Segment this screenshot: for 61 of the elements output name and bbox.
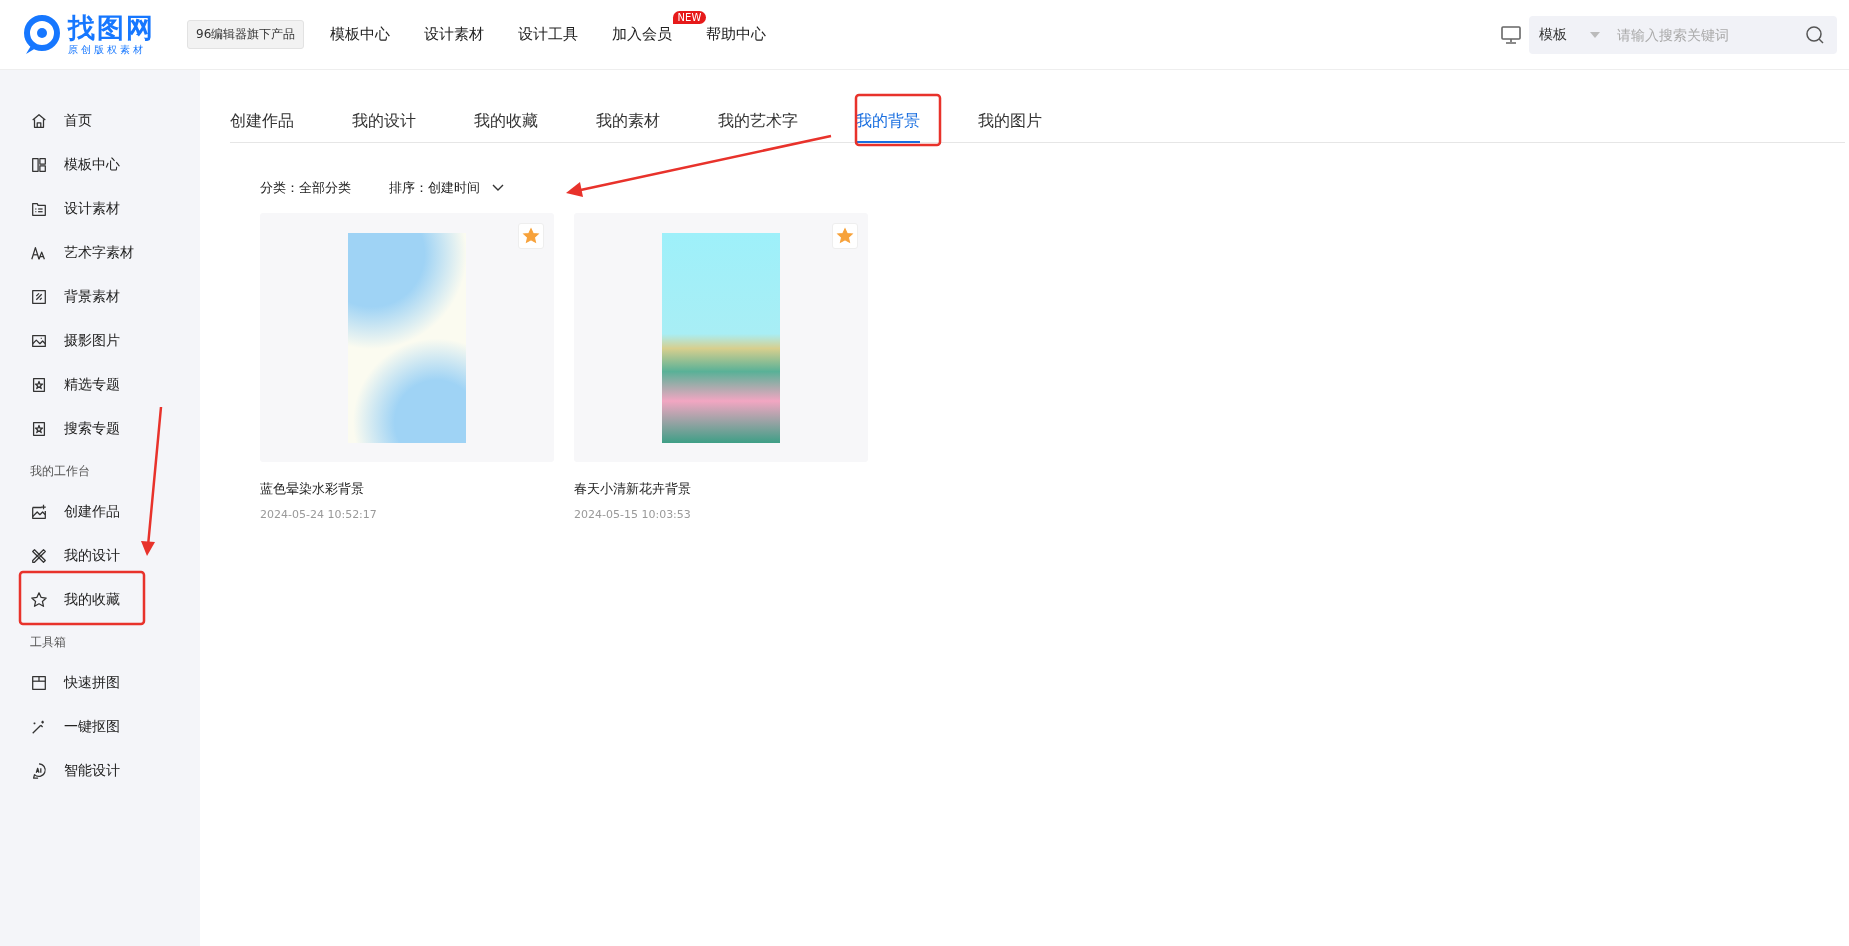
tab[interactable]: 我的图片 (978, 103, 1042, 143)
sidebar-item[interactable]: 快速拼图 (0, 661, 200, 705)
card-date: 2024-05-15 10:03:53 (574, 508, 692, 521)
filter-dropdown[interactable]: 排序：创建时间 (389, 179, 504, 197)
caret-icon (1589, 30, 1601, 39)
search-field[interactable]: 请输入搜索关键词 (1615, 25, 1793, 44)
sidebar-item-icon (30, 156, 48, 174)
tab[interactable]: 我的设计 (352, 103, 416, 143)
logo-name[interactable]: 找图网 (68, 12, 155, 43)
tab[interactable]: 我的背景 (856, 103, 920, 143)
scope-dropdown[interactable]: 模板 (1529, 15, 1615, 54)
logo-tagline: 原创版权素材 (68, 42, 147, 57)
sidebar-item-icon (30, 674, 48, 692)
sidebar-item[interactable]: 背景素材 (0, 275, 200, 319)
tab[interactable]: 我的艺术字 (718, 103, 798, 143)
nav-link[interactable]: 帮助中心 (706, 25, 767, 44)
monitor-icon[interactable] (1501, 25, 1521, 44)
sidebar-item[interactable]: 首页 (0, 99, 200, 143)
sidebar-item[interactable]: 艺术字素材 (0, 231, 200, 275)
sidebar-item[interactable]: 创建作品 (0, 490, 200, 534)
sidebar-item-icon (30, 591, 48, 609)
card-background[interactable] (260, 213, 554, 462)
sidebar-item-icon (30, 376, 48, 394)
sidebar-item-icon (30, 547, 48, 565)
sidebar-item-icon (30, 762, 48, 780)
nav-link[interactable]: 设计素材 (424, 25, 485, 44)
sidebar-item-icon (30, 332, 48, 350)
sidebar-item[interactable]: 搜索专题 (0, 407, 200, 451)
favorite-button[interactable] (518, 223, 544, 249)
filter-dropdown[interactable]: 分类：全部分类 (260, 179, 351, 197)
sidebar-item[interactable]: 我的收藏 (0, 578, 200, 622)
sidebar-item-icon (30, 244, 48, 262)
sidebar-item[interactable]: 一键抠图 (0, 705, 200, 749)
sidebar-item-icon (30, 503, 48, 521)
sidebar-item-icon (30, 420, 48, 438)
sidebar-item[interactable]: 模板中心 (0, 143, 200, 187)
chevron-down-icon (492, 184, 504, 192)
sidebar-item[interactable]: 设计素材 (0, 187, 200, 231)
brand-badge: 96编辑器旗下产品 (187, 20, 305, 49)
nav-link[interactable]: 模板中心 (330, 25, 391, 44)
sidebar-section-title: 工具箱 (29, 634, 67, 651)
search-box[interactable]: 请输入搜索关键词 (1615, 15, 1837, 54)
new-tag: NEW (672, 11, 707, 24)
tab[interactable]: 我的素材 (596, 103, 660, 143)
favorite-button[interactable] (832, 223, 858, 249)
nav-link[interactable]: 设计工具 (518, 25, 579, 44)
sidebar-item[interactable]: 智能设计 (0, 749, 200, 793)
tab[interactable]: 创建作品 (230, 103, 294, 143)
sidebar-item-icon (30, 200, 48, 218)
card-background[interactable] (574, 213, 868, 462)
card-title[interactable]: 蓝色晕染水彩背景 (260, 480, 554, 498)
sidebar-item-icon (30, 288, 48, 306)
sidebar-item[interactable]: 摄影图片 (0, 319, 200, 363)
sidebar-section-title: 我的工作台 (29, 463, 91, 480)
sidebar-item[interactable]: 精选专题 (0, 363, 200, 407)
search-icon[interactable] (1805, 24, 1825, 45)
sidebar-item-icon (30, 112, 48, 130)
tab[interactable]: 我的收藏 (474, 103, 538, 143)
sidebar-item[interactable]: 我的设计 (0, 534, 200, 578)
card-date: 2024-05-24 10:52:17 (260, 508, 378, 521)
card-title[interactable]: 春天小清新花卉背景 (574, 480, 868, 498)
